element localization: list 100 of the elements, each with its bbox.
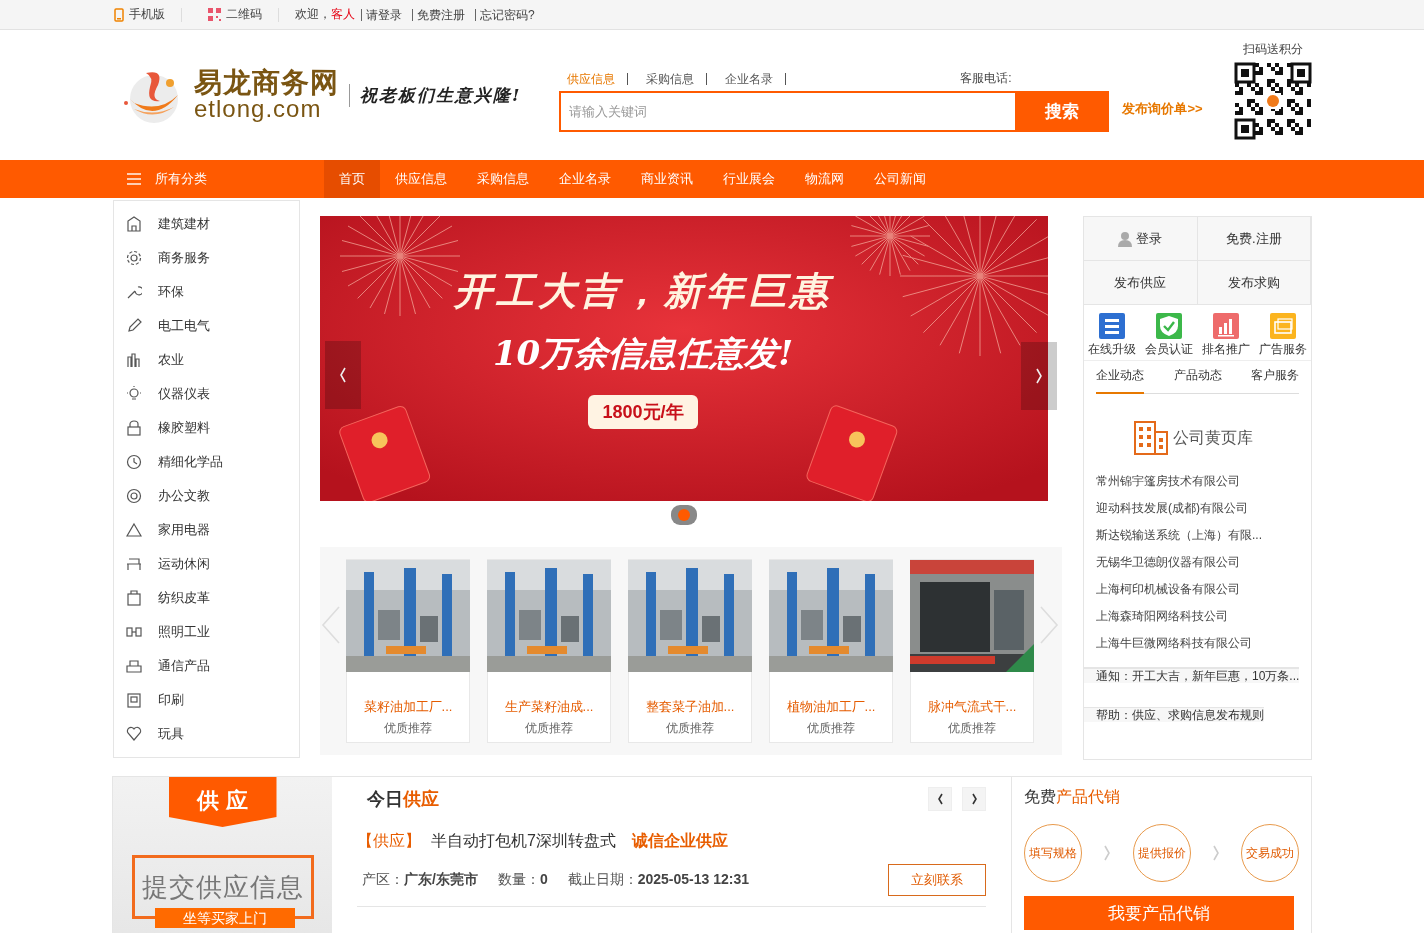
bar-chart-icon [1212,313,1239,339]
company-link[interactable]: 上海柯印机械设备有限公司 [1084,582,1240,596]
notice-link[interactable]: 帮助：供应、求购信息发布规则 [1084,707,1264,722]
printer-icon [126,692,142,708]
company-link[interactable]: 上海牛巨微网络科技有限公司 [1084,636,1252,650]
top-link[interactable]: 免费注册 [412,8,469,21]
meta-value: 2025-05-13 12:31 [637,871,749,889]
cards-icon [1269,313,1296,339]
category-item[interactable]: 建筑建材 [114,207,299,241]
qr-code-icon [208,8,221,21]
supply-item-title[interactable]: 半自动打包机7深圳转盘式 [431,831,616,852]
news-tab[interactable]: 客户服务 [1251,361,1299,394]
banner[interactable]: 开工大吉，新年巨惠 10万余信息任意发! 1800元/年 [320,216,1048,501]
news-tab[interactable]: 产品动态 [1173,361,1222,394]
post-supply-button[interactable]: 发布供应 [1084,261,1198,305]
company-link[interactable]: 常州锦宇篷房技术有限公司 [1084,474,1240,488]
section-title: 免费产品代销 [1024,787,1121,807]
product-card[interactable]: 菜籽油加工厂... 优质推荐 [346,559,470,743]
hotline-label: 客服电话: [960,70,1012,87]
product-note: 优质推荐 [807,720,855,737]
bulb-icon [126,386,142,402]
chevron-right-icon [969,792,979,806]
qr-code-link[interactable]: 二维码 [226,6,262,23]
search-tab[interactable]: 企业名录 [717,72,787,85]
top-link[interactable]: 忘记密码? [475,8,539,21]
meta-label: 数量： [497,871,540,889]
category-item[interactable]: 橡胶塑料 [114,411,299,445]
clock-icon [126,454,142,470]
category-item[interactable]: 照明工业 [114,615,299,649]
directory-title: 公司黄页库 [1172,427,1253,448]
register-button[interactable]: 免费.注册 [1197,217,1311,261]
category-item[interactable]: 环保 [114,275,299,309]
banner-subline: 10万余信息任意发! [492,332,794,375]
search-tab[interactable]: 采购信息 [638,72,708,85]
company-link[interactable]: 斯达锐输送系统（上海）有限... [1084,528,1262,542]
category-item[interactable]: 运动休闲 [114,547,299,581]
search-field[interactable]: 请输入关键词 [559,90,1016,132]
category-item[interactable]: 商务服务 [114,241,299,275]
mobile-link[interactable]: 手机版 [129,6,165,23]
product-title[interactable]: 整套菜子油加... [645,698,735,716]
category-item[interactable]: 办公文教 [114,479,299,513]
gear-icon [126,250,142,266]
category-item[interactable]: 电工电气 [114,309,299,343]
login-button[interactable]: 登录 [1084,217,1198,261]
product-card[interactable]: 脉冲气流式干... 优质推荐 [910,559,1034,743]
product-card[interactable]: 生产菜籽油成... 优质推荐 [487,559,611,743]
product-title[interactable]: 脉冲气流式干... [927,698,1017,716]
category-item[interactable]: 仪器仪表 [114,377,299,411]
top-link[interactable]: 请登录 [361,8,406,21]
chevron-right-icon [1210,844,1221,862]
news-tab[interactable]: 企业动态 [1096,361,1144,394]
lock-icon [126,420,142,436]
nav-item[interactable]: 首页 [324,160,380,198]
previous-button[interactable] [928,787,952,811]
notice-link[interactable]: 通知：开工大吉，新年巨惠，10万条... [1084,667,1300,683]
company-link[interactable]: 无锡华卫德朗仪器有限公司 [1084,555,1240,569]
product-title[interactable]: 生产菜籽油成... [504,698,594,716]
logo-domain: etlong.com [194,97,322,121]
supply-tag: 【供应】 [357,831,421,852]
service-link[interactable]: 广告服务 [1258,313,1307,358]
category-item[interactable]: 精细化学品 [114,445,299,479]
service-link[interactable]: 排名推广 [1201,313,1250,358]
category-item[interactable]: 纺织皮革 [114,581,299,615]
category-item[interactable]: 玩具 [114,717,299,751]
slogan: 祝老板们生意兴隆! [349,83,522,107]
company-link[interactable]: 上海森琦阳网络科技公司 [1084,609,1228,623]
company-link[interactable]: 迎动科技发展(成都)有限公司 [1084,501,1248,515]
chevron-left-icon[interactable] [320,605,342,645]
promo-subtitle: 坐等买家上门 [154,908,295,928]
supply-promo-panel[interactable]: 供 应 提交供应信息 坐等买家上门 [113,777,332,933]
previous-slide-button[interactable] [325,341,361,409]
post-demand-button[interactable]: 发布求购 [1197,261,1311,305]
service-link[interactable]: 在线升级 [1088,313,1137,358]
chevron-left-icon [338,366,348,384]
category-item[interactable]: 印刷 [114,683,299,717]
next-slide-button[interactable] [1021,342,1057,410]
slide-dot[interactable] [677,509,690,521]
bar-chart-icon [126,352,142,368]
bag-icon [126,590,142,606]
product-card[interactable]: 整套菜子油加... 优质推荐 [628,559,752,743]
shield-check-icon [1156,313,1183,339]
product-note: 优质推荐 [948,720,996,737]
promo-title: 提交供应信息 [141,870,304,904]
contact-button[interactable]: 立刻联系 [888,864,986,896]
category-item[interactable]: 通信产品 [114,649,299,683]
menu-icon [127,173,141,185]
product-title[interactable]: 菜籽油加工厂... [363,698,453,716]
next-button[interactable] [962,787,986,811]
product-note: 优质推荐 [525,720,573,737]
section-title: 今日供应 [367,788,439,811]
triangle-icon [126,522,142,538]
chevron-right-icon[interactable] [1038,605,1060,645]
category-item[interactable]: 家用电器 [114,513,299,547]
product-title[interactable]: 植物油加工厂... [786,698,876,716]
meta-label: 产区： [362,871,404,889]
service-link[interactable]: 会员认证 [1145,313,1194,358]
category-item[interactable]: 农业 [114,343,299,377]
heart-icon [126,726,142,742]
product-card[interactable]: 植物油加工厂... 优质推荐 [769,559,893,743]
product-note: 优质推荐 [666,720,714,737]
